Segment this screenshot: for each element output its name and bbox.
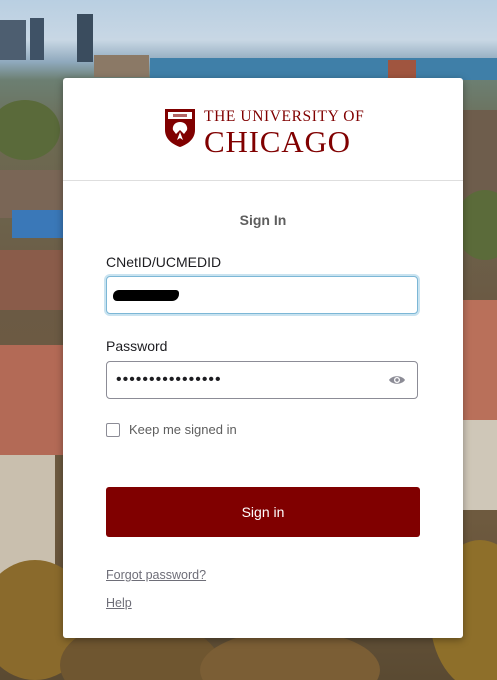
username-field[interactable] <box>106 276 418 314</box>
sign-in-title: Sign In <box>239 212 287 228</box>
remember-me-checkbox[interactable] <box>106 422 120 437</box>
login-card: THE UNIVERSITY OF CHICAGO Sign In CNetID… <box>63 78 463 638</box>
redacted-username-mark <box>113 290 179 301</box>
university-logo: THE UNIVERSITY OF CHICAGO <box>164 108 364 157</box>
username-label: CNetID/UCMEDID <box>106 254 222 270</box>
sign-in-button[interactable]: Sign in <box>106 487 420 537</box>
card-header: THE UNIVERSITY OF CHICAGO <box>63 78 463 181</box>
eye-icon[interactable] <box>388 374 406 386</box>
password-field[interactable]: •••••••••••••••• <box>106 361 418 399</box>
password-masked-value: •••••••••••••••• <box>116 371 222 388</box>
university-shield-icon <box>165 109 195 147</box>
logo-line-2: CHICAGO <box>204 123 351 159</box>
logo-line-1: THE UNIVERSITY OF <box>204 108 365 125</box>
remember-me-row[interactable]: Keep me signed in <box>106 422 237 437</box>
help-link[interactable]: Help <box>106 596 132 610</box>
remember-me-label[interactable]: Keep me signed in <box>129 422 237 437</box>
password-label: Password <box>106 338 168 354</box>
forgot-password-link[interactable]: Forgot password? <box>106 568 206 582</box>
